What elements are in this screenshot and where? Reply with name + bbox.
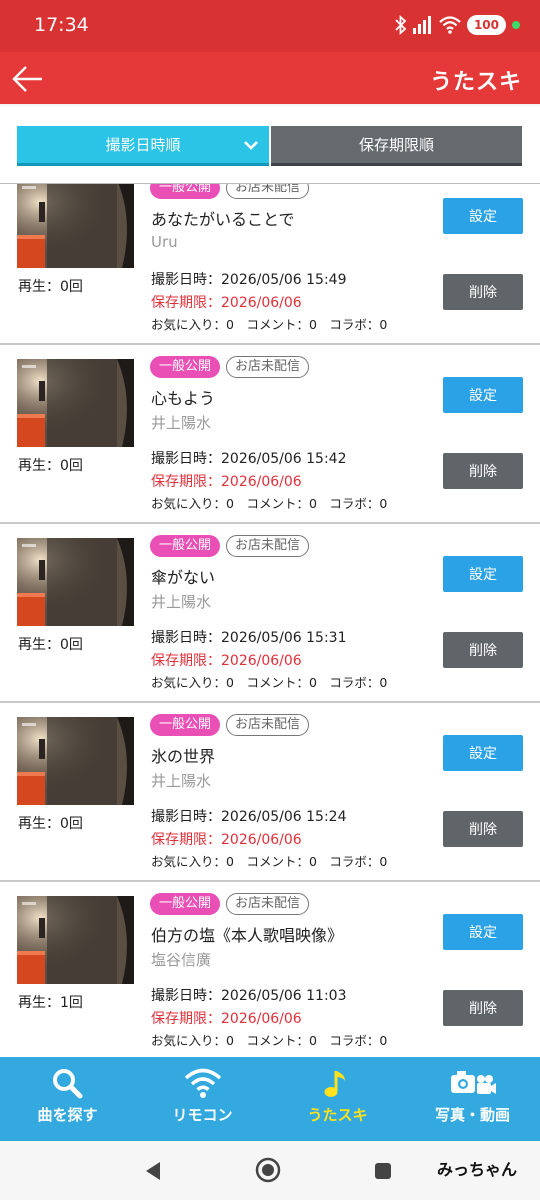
- delete-button[interactable]: 削除: [443, 990, 523, 1026]
- app-logo: うたスキ: [429, 70, 522, 95]
- nav-search-songs[interactable]: 曲を探す: [0, 1057, 135, 1141]
- expiry-date: 保存期限：2026/06/06: [151, 295, 302, 311]
- nav-photo-video[interactable]: 写真・動画: [405, 1057, 540, 1141]
- system-back-icon[interactable]: [143, 1160, 163, 1182]
- shop-status-badge: お店未配信: [226, 893, 310, 915]
- visibility-badge: 一般公開: [150, 184, 221, 199]
- expiry-date: 保存期限：2026/06/06: [151, 1011, 302, 1027]
- nav-utasuki[interactable]: うたスキ: [270, 1057, 405, 1141]
- song-title[interactable]: 氷の世界: [151, 743, 215, 767]
- item-stats: お気に入り：0 コメント：0 コラボ：0: [151, 1033, 388, 1048]
- expiry-date: 保存期限：2026/06/06: [151, 832, 302, 848]
- song-title[interactable]: 伯方の塩《本人歌唱映像》: [151, 922, 343, 946]
- camera-icon: [450, 1071, 496, 1094]
- artist-name: 井上陽水: [151, 593, 212, 611]
- shot-datetime: 撮影日時：2026/05/06 11:03: [151, 988, 347, 1004]
- battery-indicator: 100: [466, 15, 506, 35]
- nav-label: リモコン: [172, 1106, 233, 1124]
- settings-button[interactable]: 設定: [443, 735, 523, 771]
- settings-button[interactable]: 設定: [443, 377, 523, 413]
- item-stats: お気に入り：0 コメント：0 コラボ：0: [151, 496, 388, 511]
- play-count: 再生：0回: [18, 816, 83, 832]
- app-header: うたスキ: [0, 52, 540, 106]
- item-stats: お気に入り：0 コメント：0 コラボ：0: [151, 675, 388, 690]
- visibility-badge: 一般公開: [150, 714, 221, 736]
- shop-status-badge: お店未配信: [226, 184, 310, 199]
- recording-list[interactable]: 再生：0回 一般公開 お店未配信 あなたがいることで Uru 撮影日時：2026/05/0…: [0, 184, 540, 1057]
- item-stats: お気に入り：0 コメント：0 コラボ：0: [151, 317, 388, 332]
- settings-button[interactable]: 設定: [443, 914, 523, 950]
- recording-item[interactable]: 再生：0回 一般公開 お店未配信 氷の世界井上陽水撮影日時：2026/05/06 15…: [0, 703, 540, 882]
- recording-item[interactable]: 再生：1回 一般公開 お店未配信伯方の塩《本人歌唱映像》塩谷信廣撮影日時：2026/…: [0, 882, 540, 1057]
- delete-button[interactable]: 削除: [443, 274, 523, 310]
- item-stats: お気に入り：0 コメント：0 コラボ：0: [151, 854, 388, 869]
- expiry-date: 保存期限：2026/06/06: [151, 474, 302, 490]
- recording-item[interactable]: 再生：0回 一般公開 お店未配信 傘がない井上陽水撮影日時：2026/05/06 15…: [0, 524, 540, 703]
- back-arrow-icon[interactable]: [10, 62, 46, 96]
- video-thumbnail[interactable]: [17, 359, 134, 447]
- recording-item[interactable]: 再生：0回 一般公開 お店未配信あなたがいることで Uru 撮影日時：2026/05/0…: [0, 184, 540, 345]
- system-nav-bar: みっちゃん: [0, 1141, 540, 1200]
- artist-name: 井上陽水: [151, 772, 212, 790]
- shop-status-badge: お店未配信: [226, 535, 310, 557]
- shop-status-badge: お店未配信: [226, 356, 310, 378]
- video-thumbnail[interactable]: [17, 896, 134, 984]
- song-title[interactable]: あなたがいることで: [151, 206, 295, 230]
- artist-name: 塩谷信廣: [151, 951, 212, 969]
- nav-label: 曲を探す: [37, 1106, 98, 1124]
- bluetooth-icon: [395, 15, 407, 35]
- artist-name: Uru: [151, 233, 178, 251]
- wifi-icon: [439, 16, 461, 34]
- shot-datetime: 撮影日時：2026/05/06 15:31: [151, 630, 347, 646]
- nav-label: 写真・動画: [434, 1106, 510, 1124]
- visibility-badge: 一般公開: [150, 535, 221, 557]
- signal-icon: [412, 16, 431, 34]
- nav-label: うたスキ: [307, 1106, 368, 1124]
- system-home-icon[interactable]: [254, 1156, 282, 1184]
- shot-datetime: 撮影日時：2026/05/06 15:24: [151, 809, 347, 825]
- song-title[interactable]: 傘がない: [151, 564, 215, 588]
- sort-tabs: 撮影日時順 保存期限順: [0, 106, 540, 184]
- play-count: 再生：0回: [18, 637, 83, 653]
- tab-sort-by-shot-date[interactable]: 撮影日時順: [17, 126, 269, 166]
- artist-name: 井上陽水: [151, 414, 212, 432]
- music-note-icon: [324, 1071, 345, 1097]
- play-count: 再生：1回: [18, 995, 83, 1011]
- video-thumbnail[interactable]: [17, 717, 134, 805]
- status-icons: 100: [395, 13, 520, 37]
- song-title[interactable]: 心もよう: [151, 385, 215, 409]
- play-count: 再生：0回: [18, 458, 83, 474]
- tab-sort-by-expiry[interactable]: 保存期限順: [271, 126, 522, 166]
- shot-datetime: 撮影日時：2026/05/06 15:49: [151, 272, 347, 288]
- play-count: 再生：0回: [18, 279, 83, 295]
- tab-label: 撮影日時順: [105, 136, 181, 154]
- system-recents-icon[interactable]: [373, 1161, 393, 1181]
- settings-button[interactable]: 設定: [443, 556, 523, 592]
- chevron-down-icon: [244, 141, 258, 150]
- delete-button[interactable]: 削除: [443, 811, 523, 847]
- video-thumbnail[interactable]: [17, 184, 134, 268]
- status-bar: 17:34 100: [0, 0, 540, 52]
- expiry-date: 保存期限：2026/06/06: [151, 653, 302, 669]
- settings-button[interactable]: 設定: [443, 198, 523, 234]
- privacy-dot-icon: [512, 21, 520, 29]
- shot-datetime: 撮影日時：2026/05/06 15:42: [151, 451, 347, 467]
- visibility-badge: 一般公開: [150, 356, 221, 378]
- delete-button[interactable]: 削除: [443, 632, 523, 668]
- recording-list-inner: 再生：0回 一般公開 お店未配信 あなたがいることで Uru 撮影日時：2026/05/0…: [0, 184, 540, 1057]
- screen: 17:34 100 うたスキ 撮影日時順 保存期限順 再生：0回 一般公開 お店未配…: [0, 0, 540, 1200]
- user-label: みっちゃん: [437, 1160, 518, 1179]
- video-thumbnail[interactable]: [17, 538, 134, 626]
- recording-item[interactable]: 再生：0回 一般公開 お店未配信 心もよう井上陽水撮影日時：2026/05/06 15…: [0, 345, 540, 524]
- tab-label: 保存期限順: [358, 136, 434, 154]
- search-icon: [52, 1069, 82, 1099]
- delete-button[interactable]: 削除: [443, 453, 523, 489]
- wifi-remote-icon: [184, 1068, 221, 1098]
- visibility-badge: 一般公開: [150, 893, 221, 915]
- bottom-nav: 曲を探す リモコン うたスキ 写真・動画: [0, 1057, 540, 1141]
- nav-remote[interactable]: リモコン: [135, 1057, 270, 1141]
- shop-status-badge: お店未配信: [226, 714, 310, 736]
- status-time: 17:34: [34, 14, 89, 36]
